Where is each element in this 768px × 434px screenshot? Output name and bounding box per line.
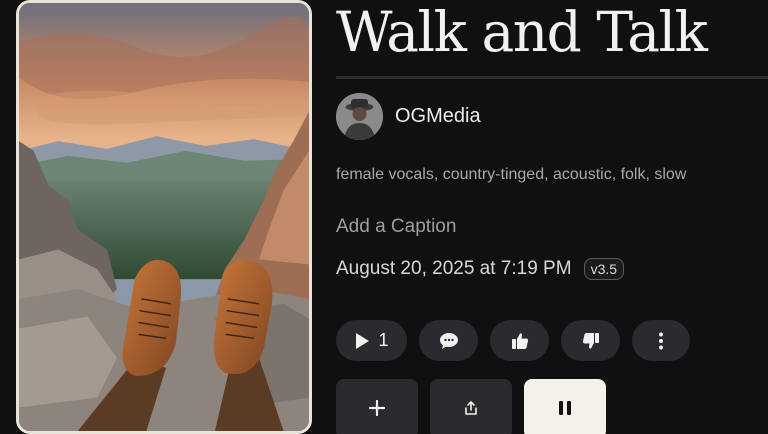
add-to-playlist-button[interactable] (336, 379, 418, 434)
comment-button[interactable] (419, 320, 478, 361)
artist-name[interactable]: OGMedia (395, 105, 481, 128)
style-tags: female vocals, country-tinged, acoustic,… (336, 166, 687, 183)
more-vertical-icon (658, 332, 664, 350)
song-title: Walk and Talk (336, 0, 708, 64)
dislike-button[interactable] (561, 320, 620, 361)
created-date: August 20, 2025 at 7:19 PM (336, 258, 572, 279)
play-count: 1 (378, 330, 389, 350)
like-button[interactable] (490, 320, 549, 361)
pause-icon (557, 399, 573, 420)
play-button[interactable]: 1 (336, 320, 407, 361)
cover-art[interactable] (16, 0, 312, 434)
comment-icon (439, 332, 459, 350)
thumbs-up-icon (511, 332, 529, 350)
share-icon (463, 400, 479, 419)
pause-button[interactable] (524, 379, 606, 434)
play-icon (354, 332, 370, 350)
song-page: Walk and Talk OGMedia female vocals, cou… (0, 0, 768, 434)
cover-image (19, 3, 309, 431)
artist-avatar[interactable] (336, 92, 383, 140)
share-button[interactable] (430, 379, 512, 434)
title-divider (336, 76, 768, 79)
version-badge: v3.5 (583, 258, 625, 280)
caption-field[interactable]: Add a Caption (336, 216, 456, 238)
artist-row[interactable]: OGMedia (336, 92, 481, 140)
avatar-image (336, 92, 383, 140)
thumbs-down-icon (582, 332, 600, 350)
plus-icon (368, 399, 386, 419)
date-row: August 20, 2025 at 7:19 PM v3.5 (336, 258, 625, 280)
more-options-button[interactable] (632, 320, 690, 361)
